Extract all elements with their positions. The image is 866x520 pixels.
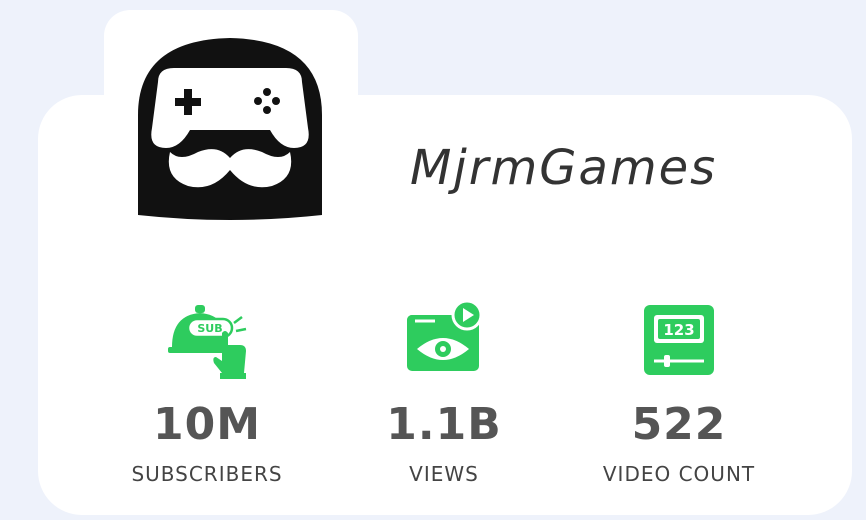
stat-views: 1.1B VIEWS — [344, 295, 544, 486]
svg-text:SUB: SUB — [197, 322, 222, 335]
subscribers-label: SUBSCRIBERS — [131, 462, 283, 486]
video-count-value: 522 — [631, 399, 727, 450]
video-counter-icon: 123 — [644, 305, 714, 375]
stat-video-count: 123 522 VIDEO COUNT — [579, 295, 779, 486]
subscribers-value: 10M — [152, 399, 261, 450]
subscribe-bell-icon: SUB — [168, 305, 247, 379]
views-value: 1.1B — [386, 399, 502, 450]
gamer-mustache-logo-icon — [138, 38, 322, 220]
stat-subscribers: SUB 10M SUBSCRIBERS — [107, 295, 307, 486]
channel-name: MjrmGames — [410, 140, 718, 196]
video-views-eye-icon — [407, 299, 483, 371]
video-counter-icon-text: 123 — [663, 321, 694, 339]
views-label: VIEWS — [409, 462, 479, 486]
video-count-label: VIDEO COUNT — [602, 462, 756, 486]
